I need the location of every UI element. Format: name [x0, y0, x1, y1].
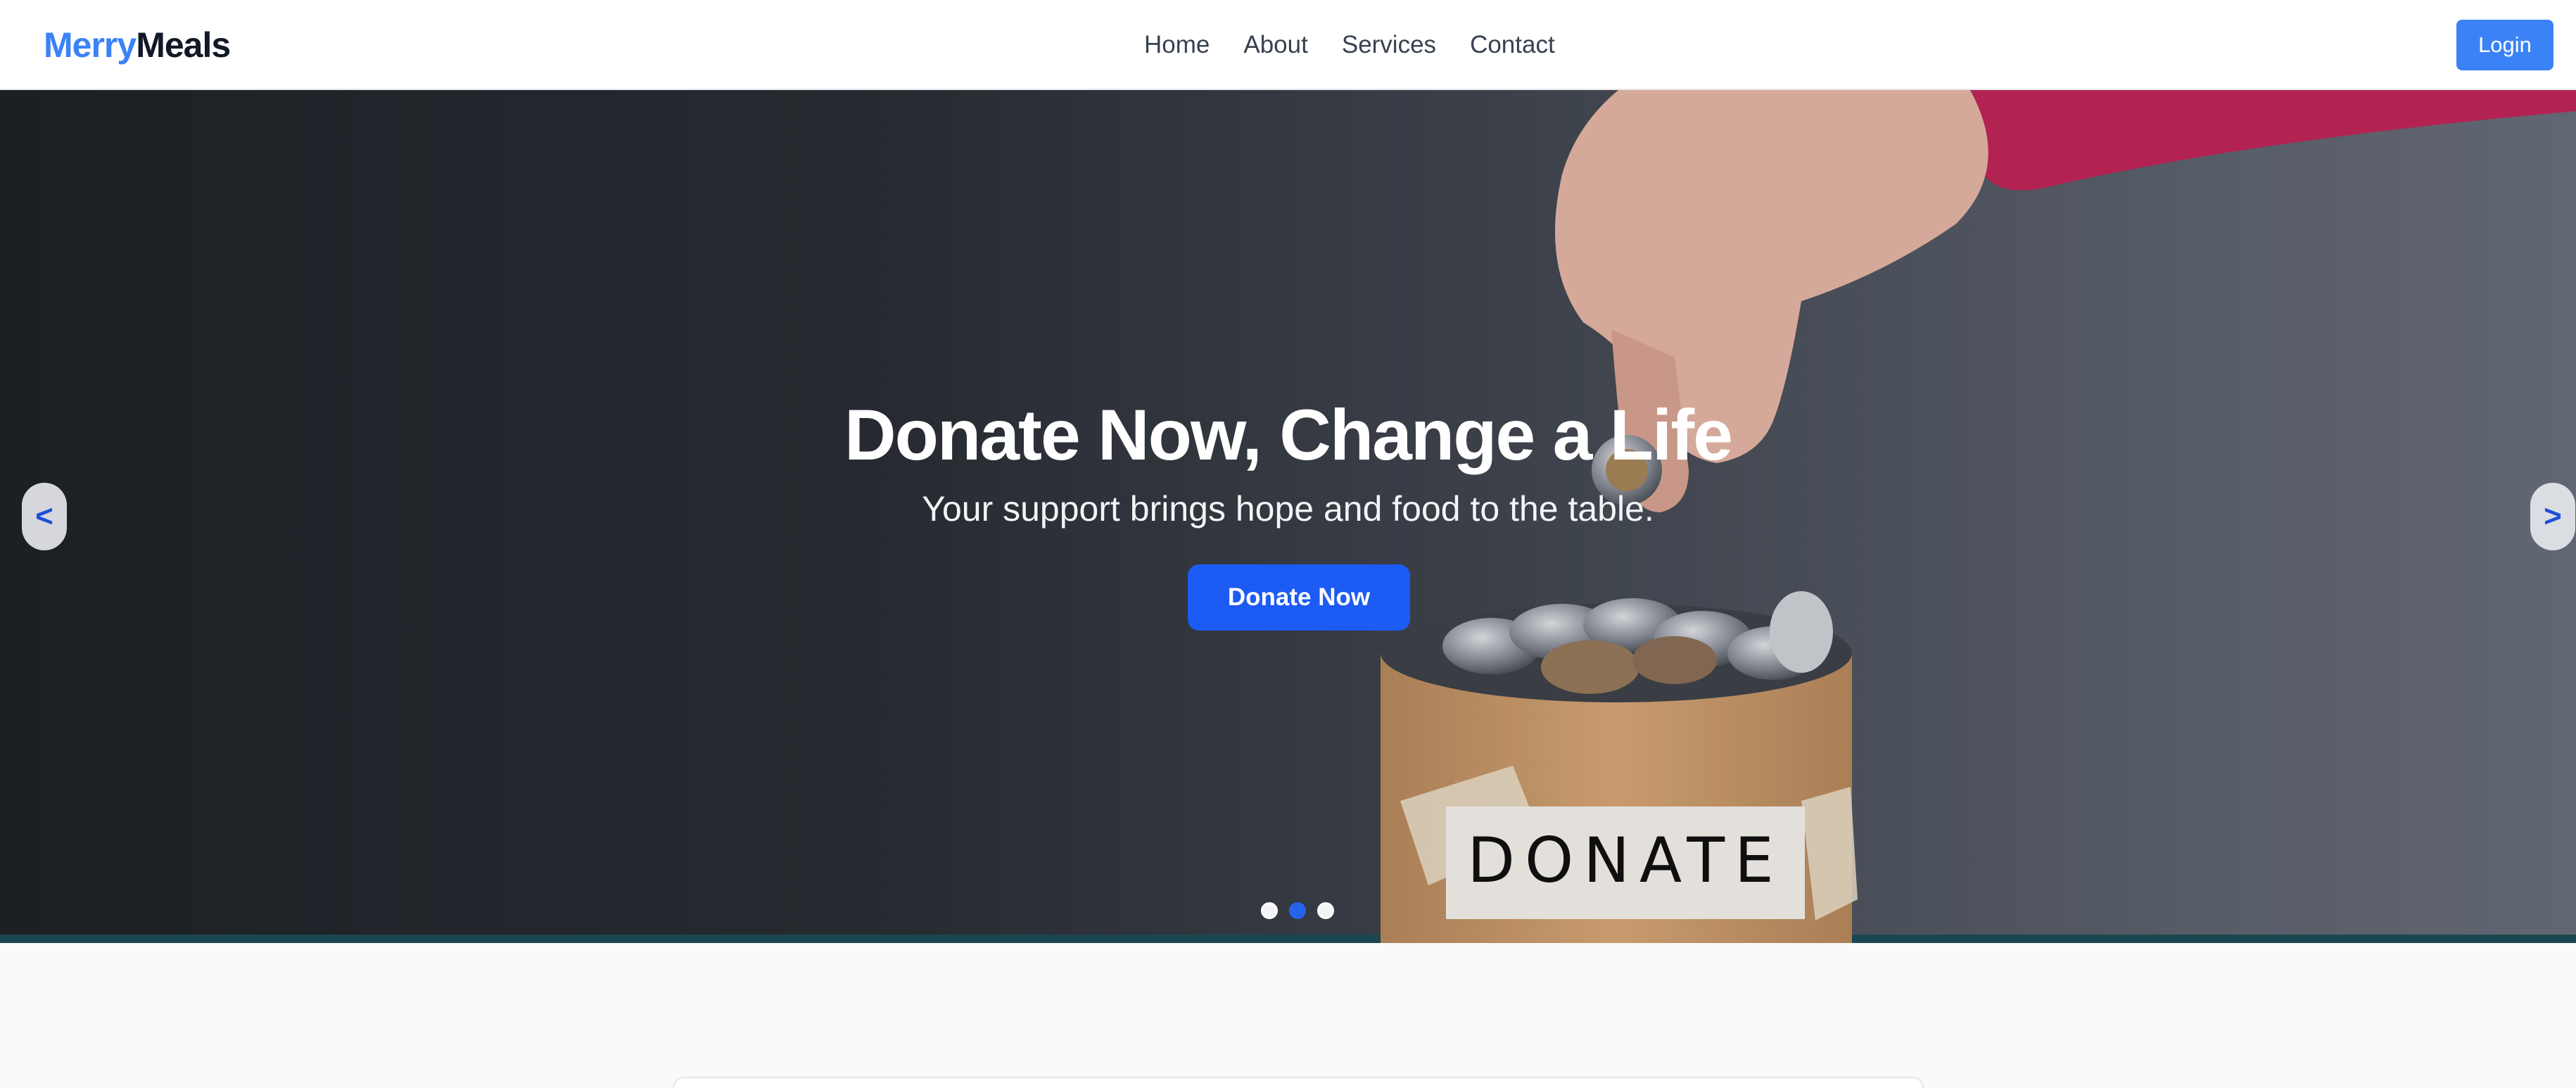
- donate-now-button[interactable]: Donate Now: [1188, 564, 1410, 631]
- main-nav: Home About Services Contact: [1144, 27, 1555, 63]
- login-button[interactable]: Login: [2456, 20, 2553, 70]
- carousel-dot-3[interactable]: [1317, 902, 1334, 919]
- nav-link-home[interactable]: Home: [1144, 27, 1210, 63]
- brand-name-meals: Meals: [136, 25, 231, 65]
- nav-link-about[interactable]: About: [1243, 27, 1307, 63]
- carousel-indicators: [1261, 902, 1334, 919]
- brand-name-merry: Merry: [44, 25, 137, 65]
- nav-link-services[interactable]: Services: [1342, 27, 1436, 63]
- chevron-right-icon: >: [2544, 499, 2562, 533]
- brand-logo[interactable]: MerryMeals: [44, 23, 231, 68]
- hero-carousel: DONATE Donate Now, Change a Life Your su…: [0, 90, 2576, 943]
- hero-subtitle: Your support brings hope and food to the…: [922, 489, 1654, 529]
- content-card: [673, 1077, 1924, 1088]
- site-header: MerryMeals Home About Services Contact L…: [0, 0, 2576, 90]
- carousel-prev-button[interactable]: <: [22, 483, 67, 550]
- hero-title: Donate Now, Change a Life: [844, 395, 1733, 475]
- nav-link-contact[interactable]: Contact: [1470, 27, 1555, 63]
- chevron-left-icon: <: [35, 499, 53, 533]
- carousel-dot-2[interactable]: [1289, 902, 1306, 919]
- carousel-dot-1[interactable]: [1261, 902, 1278, 919]
- carousel-next-button[interactable]: >: [2530, 483, 2575, 550]
